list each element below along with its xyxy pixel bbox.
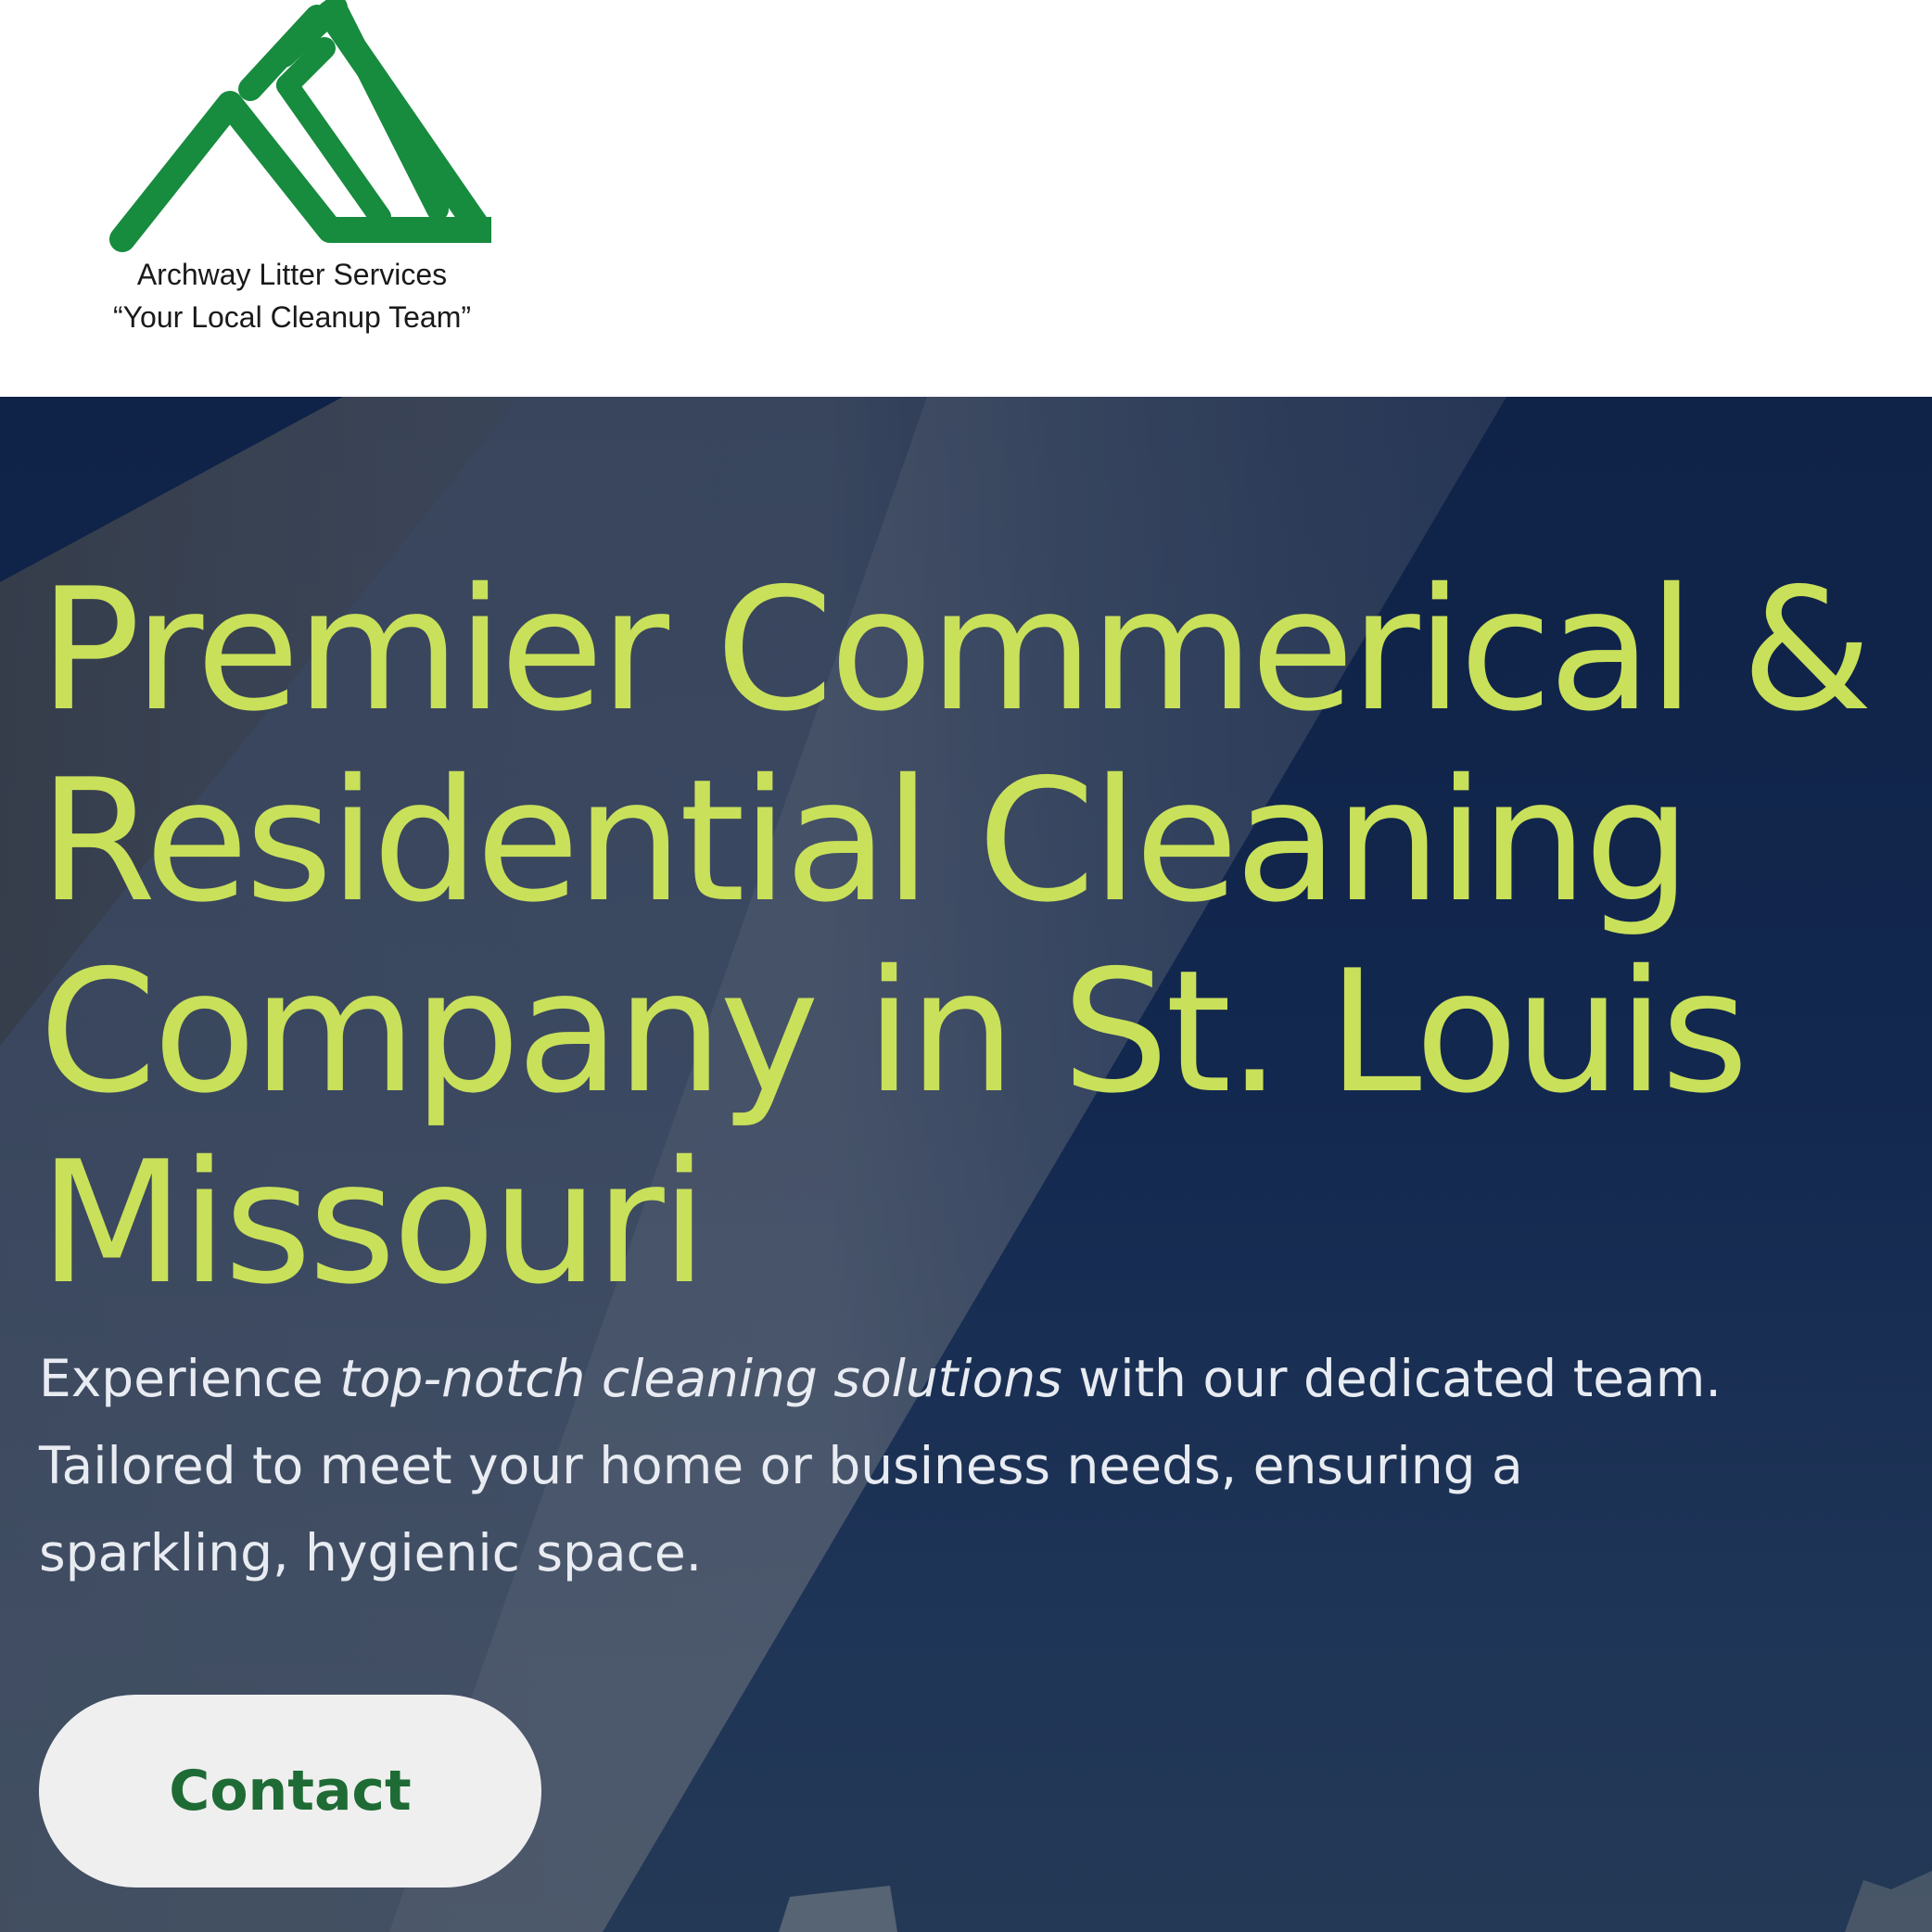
contact-button[interactable]: Contact (39, 1695, 541, 1888)
company-logo[interactable]: Archway Litter Services “Your Local Clea… (93, 0, 491, 345)
site-header: Archway Litter Services “Your Local Clea… (0, 0, 1932, 397)
hero-headline: Premier Commerical & Residential Cleanin… (39, 552, 1873, 1321)
hero-description: Experience top-notch cleaning solutions … (39, 1335, 1782, 1596)
logo-company-name: Archway Litter Services (136, 258, 448, 291)
page: Archway Litter Services “Your Local Clea… (0, 0, 1932, 1932)
hero-description-emphasis: top-notch cleaning solutions (339, 1349, 1062, 1408)
hero-description-intro: Experience (39, 1349, 340, 1408)
hero-section: Premier Commerical & Residential Cleanin… (0, 397, 1932, 1932)
logo-tagline: “Your Local Cleanup Team” (112, 300, 471, 334)
arch-logo-icon (109, 0, 491, 252)
